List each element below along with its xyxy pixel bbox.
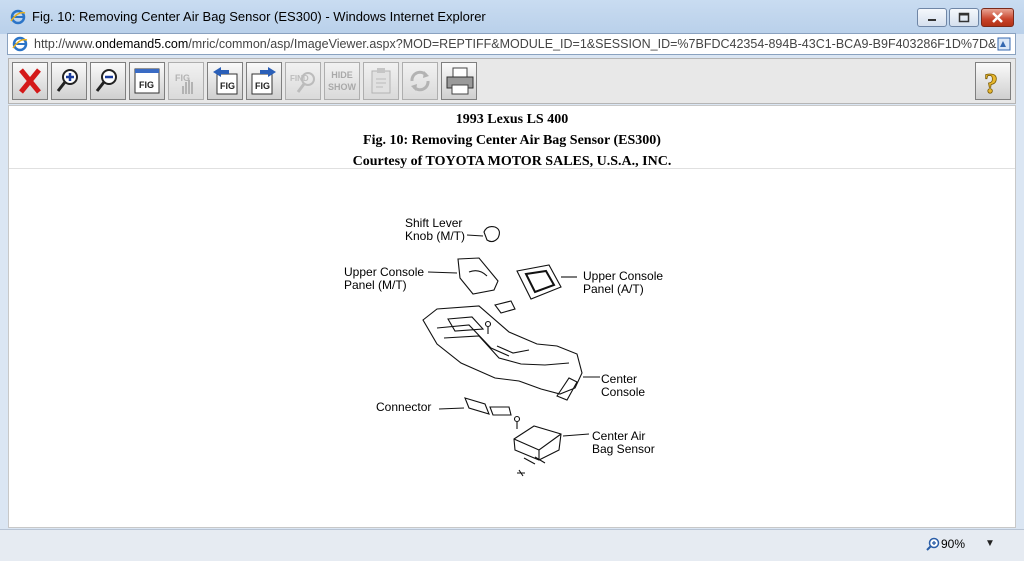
page-icon <box>12 36 28 52</box>
rotate-icon <box>410 70 430 92</box>
label-connector: Connector <box>376 400 431 414</box>
upper-console-at-drawing <box>516 264 562 300</box>
viewer-toolbar: FIG FIG FIG FIG FIND HIDE SHOW ? <box>8 58 1016 104</box>
address-url[interactable]: http://www.ondemand5.com/mric/common/asp… <box>34 37 1002 51</box>
compatibility-view-icon[interactable] <box>996 36 1012 52</box>
clipboard-icon <box>371 68 391 94</box>
svg-text:FIND: FIND <box>290 74 309 83</box>
air-bag-sensor-drawing <box>513 425 562 461</box>
title-bar: Fig. 10: Removing Center Air Bag Sensor … <box>0 0 1024 34</box>
zoom-out-button[interactable] <box>90 62 126 100</box>
figure-header: 1993 Lexus LS 400 Fig. 10: Removing Cent… <box>9 106 1015 169</box>
maximize-button[interactable] <box>949 8 979 27</box>
print-button[interactable] <box>441 62 477 100</box>
connector-drawing <box>464 397 490 415</box>
label-shift-lever-1: Shift Lever <box>405 216 462 230</box>
zoom-level[interactable]: 90% <box>941 537 965 551</box>
svg-text:FIG: FIG <box>220 81 235 91</box>
previous-figure-button[interactable]: FIG <box>207 62 243 100</box>
close-window-button[interactable] <box>981 8 1014 27</box>
upper-console-mt-drawing <box>457 257 499 295</box>
next-figure-icon: FIG <box>251 67 276 95</box>
zoom-in-button[interactable] <box>51 62 87 100</box>
figure-title: Fig. 10: Removing Center Air Bag Sensor … <box>363 133 661 148</box>
zoom-in-icon <box>56 69 78 92</box>
zoom-out-icon <box>95 69 117 92</box>
printer-icon <box>446 67 474 95</box>
window-title: Fig. 10: Removing Center Air Bag Sensor … <box>32 9 486 24</box>
zoom-dropdown-icon[interactable]: ▼ <box>985 538 995 549</box>
address-bar[interactable]: http://www.ondemand5.com/mric/common/asp… <box>7 33 1016 55</box>
show-label: SHOW <box>328 82 356 92</box>
fit-window-button[interactable]: FIG <box>129 62 165 100</box>
pan-hand-icon: FIG <box>175 73 193 94</box>
help-button[interactable]: ? <box>975 62 1011 100</box>
next-figure-button[interactable]: FIG <box>246 62 282 100</box>
internet-explorer-icon <box>10 9 26 25</box>
label-shift-lever-2: Knob (M/T) <box>405 229 465 243</box>
find-icon: FIND <box>290 72 315 93</box>
label-upper-console-at-2: Panel (A/T) <box>583 282 644 296</box>
copy-button[interactable] <box>363 62 399 100</box>
svg-text:FIG: FIG <box>255 81 270 91</box>
pan-button[interactable]: FIG <box>168 62 204 100</box>
close-icon <box>992 12 1003 23</box>
previous-figure-icon: FIG <box>213 67 238 95</box>
label-center-console-2: Console <box>601 385 645 399</box>
label-upper-console-at-1: Upper Console <box>583 269 663 283</box>
maximize-icon <box>958 12 970 23</box>
find-button[interactable]: FIND <box>285 62 321 100</box>
rotate-button[interactable] <box>402 62 438 100</box>
label-air-bag-sensor-1: Center Air <box>592 429 645 443</box>
zoom-icon <box>926 537 940 551</box>
figure-vehicle: 1993 Lexus LS 400 <box>455 112 569 127</box>
hide-show-button[interactable]: HIDE SHOW <box>324 62 360 100</box>
fit-window-icon: FIG <box>134 68 160 94</box>
label-air-bag-sensor-2: Bag Sensor <box>592 442 655 456</box>
svg-text:FIG: FIG <box>139 80 154 90</box>
hide-label: HIDE <box>331 70 353 80</box>
status-bar: 90% ▼ <box>0 529 1024 561</box>
shift-knob-drawing <box>483 226 501 243</box>
close-button[interactable] <box>12 62 48 100</box>
svg-text:FIG: FIG <box>175 73 190 83</box>
label-upper-console-mt-2: Panel (M/T) <box>344 278 407 292</box>
center-console-drawing <box>422 305 583 395</box>
minimize-icon <box>928 19 936 21</box>
help-icon: ? <box>984 69 999 96</box>
figure-image: Shift Lever Knob (M/T) Upper Console Pan… <box>344 216 663 477</box>
figure-viewer: 1993 Lexus LS 400 Fig. 10: Removing Cent… <box>8 105 1016 528</box>
minimize-button[interactable] <box>917 8 947 27</box>
red-x-icon <box>19 68 41 94</box>
label-upper-console-mt-1: Upper Console <box>344 265 424 279</box>
label-center-console-1: Center <box>601 372 637 386</box>
help-glyph: ? <box>984 69 998 96</box>
